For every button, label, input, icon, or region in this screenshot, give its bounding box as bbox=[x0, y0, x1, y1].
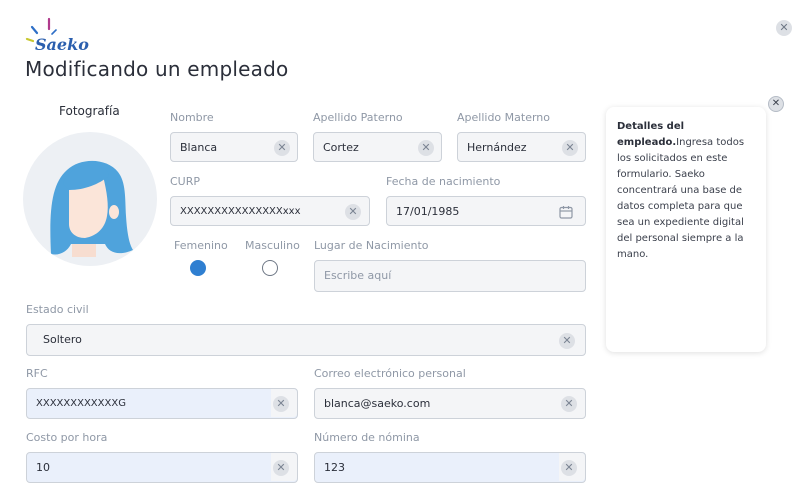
clear-icon[interactable]: ✕ bbox=[559, 333, 575, 349]
clear-icon[interactable]: ✕ bbox=[273, 460, 289, 476]
correo-label: Correo electrónico personal bbox=[314, 367, 466, 380]
curp-label: CURP bbox=[170, 175, 201, 188]
clear-icon[interactable]: ✕ bbox=[418, 140, 434, 156]
clear-icon[interactable]: ✕ bbox=[273, 396, 289, 412]
avatar-illustration-icon bbox=[50, 160, 133, 257]
apellido-paterno-label: Apellido Paterno bbox=[313, 111, 403, 124]
nombre-field[interactable]: Blanca ✕ bbox=[170, 132, 298, 162]
numero-nomina-field[interactable]: 123 ✕ bbox=[314, 452, 586, 483]
nombre-label: Nombre bbox=[170, 111, 214, 124]
nombre-value: Blanca bbox=[180, 141, 218, 154]
help-panel-text: Detalles del empleado.Ingresa todos los … bbox=[617, 119, 758, 263]
apellido-materno-value: Hernández bbox=[467, 141, 527, 154]
clear-icon[interactable]: ✕ bbox=[562, 140, 578, 156]
close-icon[interactable]: ✕ bbox=[776, 20, 792, 36]
male-radio[interactable] bbox=[262, 260, 278, 276]
costo-hora-label: Costo por hora bbox=[26, 431, 108, 444]
avatar[interactable] bbox=[23, 132, 157, 266]
help-panel: Detalles del empleado.Ingresa todos los … bbox=[606, 107, 766, 352]
correo-value: blanca@saeko.com bbox=[324, 397, 431, 410]
estado-civil-select[interactable]: Soltero ✕ bbox=[26, 324, 586, 356]
help-panel-body: Ingresa todos los solicitados en este fo… bbox=[617, 137, 745, 260]
female-label: Femenino bbox=[174, 239, 228, 252]
lugar-nacimiento-label: Lugar de Nacimiento bbox=[314, 239, 429, 252]
numero-nomina-value: 123 bbox=[324, 461, 345, 474]
male-label: Masculino bbox=[245, 239, 300, 252]
costo-hora-field[interactable]: 10 ✕ bbox=[26, 452, 298, 483]
numero-nomina-label: Número de nómina bbox=[314, 431, 420, 444]
clear-icon[interactable]: ✕ bbox=[274, 140, 290, 156]
help-panel-title: Detalles del empleado. bbox=[617, 121, 685, 148]
curp-field[interactable]: XXXXXXXXXXXXXXXxxx ✕ bbox=[170, 196, 370, 226]
rfc-field[interactable]: XXXXXXXXXXXXG ✕ bbox=[26, 388, 298, 419]
apellido-materno-label: Apellido Materno bbox=[457, 111, 550, 124]
apellido-paterno-field[interactable]: Cortez ✕ bbox=[313, 132, 442, 162]
rfc-label: RFC bbox=[26, 367, 48, 380]
clear-icon[interactable]: ✕ bbox=[561, 460, 577, 476]
apellido-paterno-value: Cortez bbox=[323, 141, 359, 154]
costo-hora-value: 10 bbox=[36, 461, 50, 474]
fecha-nacimiento-field[interactable]: 17/01/1985 bbox=[386, 196, 586, 226]
estado-civil-label: Estado civil bbox=[26, 303, 89, 316]
apellido-materno-field[interactable]: Hernández ✕ bbox=[457, 132, 586, 162]
saeko-logo: Saeko bbox=[18, 16, 89, 60]
estado-civil-value: Soltero bbox=[43, 333, 82, 346]
fecha-nacimiento-value: 17/01/1985 bbox=[396, 205, 460, 218]
help-close-icon[interactable]: ✕ bbox=[768, 96, 784, 112]
rfc-value: XXXXXXXXXXXXG bbox=[36, 398, 126, 409]
calendar-icon[interactable] bbox=[559, 204, 573, 223]
female-radio[interactable] bbox=[190, 260, 206, 276]
lugar-nacimiento-field[interactable]: Escribe aquí bbox=[314, 260, 586, 292]
clear-icon[interactable]: ✕ bbox=[561, 396, 577, 412]
page-title: Modificando un empleado bbox=[25, 57, 289, 81]
logo-text: Saeko bbox=[35, 35, 89, 54]
clear-icon[interactable]: ✕ bbox=[345, 204, 361, 220]
curp-value: XXXXXXXXXXXXXXXxxx bbox=[180, 206, 301, 217]
correo-field[interactable]: blanca@saeko.com ✕ bbox=[314, 388, 586, 419]
photo-label: Fotografía bbox=[59, 104, 120, 118]
lugar-nacimiento-placeholder: Escribe aquí bbox=[324, 269, 392, 282]
fecha-nacimiento-label: Fecha de nacimiento bbox=[386, 175, 501, 188]
